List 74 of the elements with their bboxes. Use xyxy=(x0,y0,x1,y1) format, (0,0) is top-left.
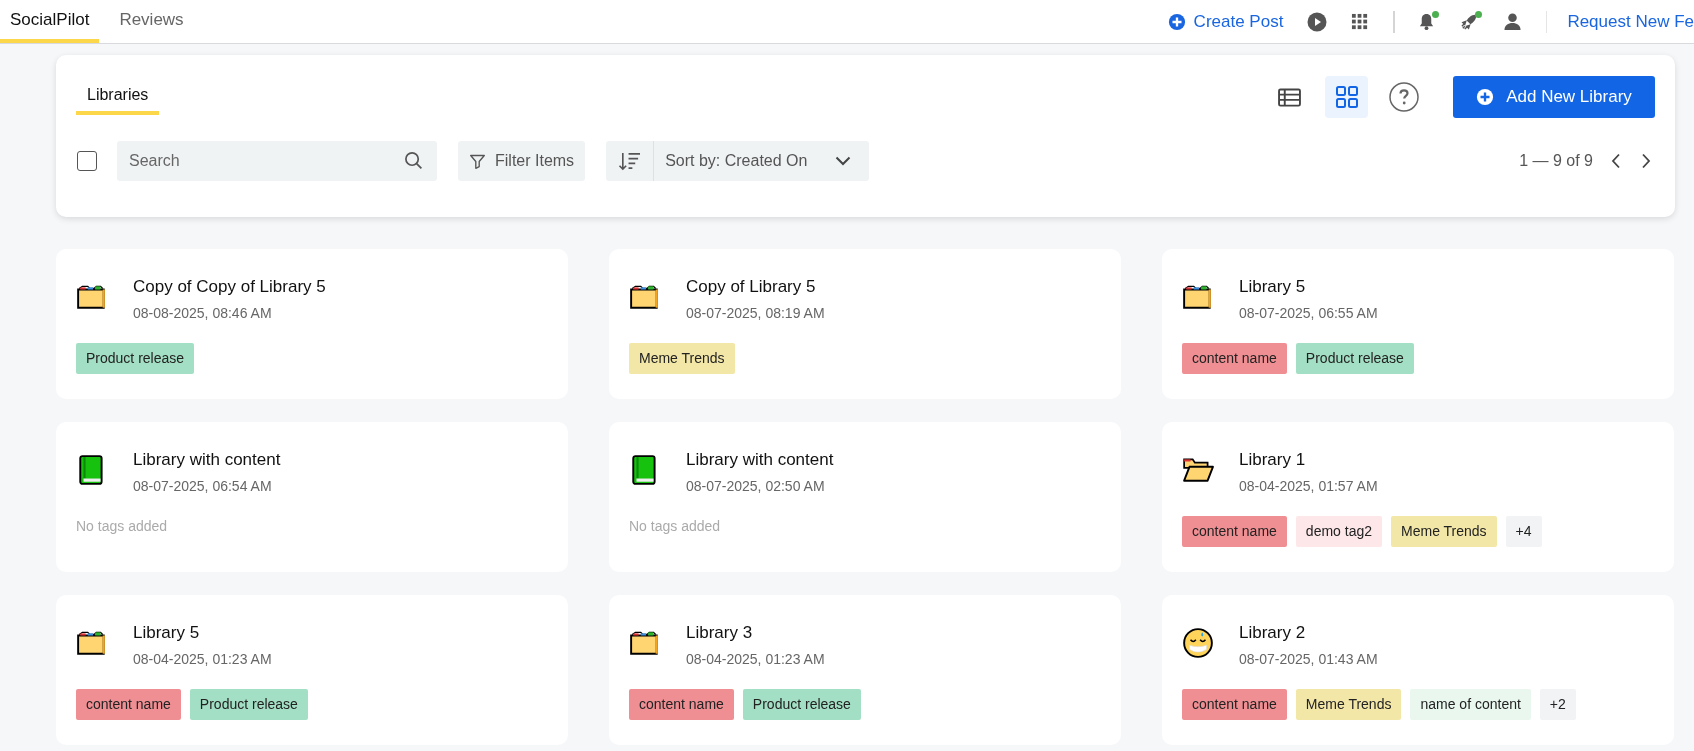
pagination-text: 1 — 9 of 9 xyxy=(1519,152,1593,170)
apps-grid-icon[interactable] xyxy=(1351,12,1370,31)
nav-tab[interactable]: SocialPilot xyxy=(0,0,100,43)
library-date: 08-08-2025, 08:46 AM xyxy=(133,305,273,321)
tag-chip: Product release xyxy=(1295,343,1414,374)
section-tab[interactable]: Libraries xyxy=(76,79,160,115)
tag-chip: demo tag2 xyxy=(1295,516,1382,547)
library-date: 08-07-2025, 02:50 AM xyxy=(686,478,826,494)
library-card[interactable]: Library with content 08-07-2025, 02:50 AM No tags added xyxy=(609,422,1121,572)
masked-face-icon xyxy=(1182,627,1214,659)
library-card[interactable]: Library with content 08-07-2025, 06:54 AM No tags added xyxy=(56,422,568,572)
library-date: 08-04-2025, 01:23 AM xyxy=(686,651,825,667)
library-title: Library with content xyxy=(133,450,281,470)
list-view-icon xyxy=(1278,87,1301,107)
chevron-left-icon xyxy=(1611,153,1621,169)
grid-view-button[interactable] xyxy=(1325,76,1368,118)
library-card[interactable]: Copy of Copy of Library 5 08-08-2025, 08:46 AM Product release xyxy=(56,249,568,399)
library-title: Library with content xyxy=(686,450,834,470)
user-icon[interactable] xyxy=(1503,12,1523,31)
tag-chip: content name xyxy=(1182,689,1287,720)
library-title: Library 5 xyxy=(1239,277,1307,297)
empty-tags-text: No tags added xyxy=(76,518,168,534)
tag-chip: content name xyxy=(1182,516,1287,547)
add-library-button[interactable]: Add New Library xyxy=(1453,76,1655,118)
library-date: 08-07-2025, 08:19 AM xyxy=(686,305,825,321)
create-post-label[interactable]: Create Post xyxy=(1193,11,1284,32)
library-card[interactable]: Library 5 08-07-2025, 06:55 AM content name Product release xyxy=(1162,249,1674,399)
tag-chip: Product release xyxy=(742,689,861,720)
tag-chip: Product release xyxy=(76,343,195,374)
library-date: 08-04-2025, 01:23 AM xyxy=(133,651,272,667)
tag-chip: +4 xyxy=(1505,516,1542,547)
tag-chip: content name xyxy=(76,689,181,720)
tag-chip: +2 xyxy=(1539,689,1576,720)
plus-circle-icon xyxy=(1476,88,1495,106)
help-icon xyxy=(1388,82,1419,112)
library-date: 08-07-2025, 01:43 AM xyxy=(1239,651,1378,667)
sort-dropdown[interactable]: Sort by: Created On xyxy=(654,141,870,181)
tag-chip: name of content xyxy=(1410,689,1531,720)
play-icon[interactable] xyxy=(1307,11,1328,32)
search-field[interactable]: Search xyxy=(117,141,437,181)
library-card[interactable]: Library 1 08-04-2025, 01:57 AM content name demo tag2 Meme Trends +4 xyxy=(1162,422,1674,572)
library-title: Library 5 xyxy=(133,623,201,643)
grid-view-icon xyxy=(1335,86,1358,108)
create-post-link[interactable]: Create Post xyxy=(1167,11,1284,32)
library-date: 08-07-2025, 06:55 AM xyxy=(1239,305,1378,321)
library-card[interactable]: Library 5 08-04-2025, 01:23 AM content name Product release xyxy=(56,595,568,745)
search-icon xyxy=(404,151,423,170)
tag-chip: Meme Trends xyxy=(629,343,735,374)
tag-chip: Meme Trends xyxy=(1295,689,1402,720)
library-title: Library 3 xyxy=(686,623,754,643)
chevron-down-icon xyxy=(835,156,852,166)
tag-chip: Product release xyxy=(189,689,308,720)
library-card[interactable]: Library 2 08-07-2025, 01:43 AM content name Meme Trends name of content +2 xyxy=(1162,595,1674,745)
library-title: Library 1 xyxy=(1239,450,1307,470)
empty-tags-text: No tags added xyxy=(629,518,721,534)
filter-button[interactable]: Filter Items xyxy=(458,141,586,181)
library-card[interactable]: Library 3 08-04-2025, 01:23 AM content name Product release xyxy=(609,595,1121,745)
chevron-right-icon xyxy=(1641,153,1651,169)
library-date: 08-04-2025, 01:57 AM xyxy=(1239,478,1378,494)
library-title: Copy of Copy of Library 5 xyxy=(133,277,326,297)
sort-icon xyxy=(618,150,642,172)
tag-chip: content name xyxy=(1182,343,1287,374)
library-card[interactable]: Copy of Library 5 08-07-2025, 08:19 AM Meme Trends xyxy=(609,249,1121,399)
plus-circle-icon xyxy=(1167,12,1186,31)
tag-chip: Meme Trends xyxy=(1391,516,1497,547)
library-title: Library 2 xyxy=(1239,623,1307,643)
library-title: Copy of Library 5 xyxy=(686,277,817,297)
library-date: 08-07-2025, 06:54 AM xyxy=(133,478,273,494)
nav-tab[interactable]: Reviews xyxy=(109,0,194,43)
tag-chip: content name xyxy=(629,689,734,720)
filter-icon xyxy=(469,152,486,170)
request-feature-link[interactable]: Request New Fe xyxy=(1567,11,1694,32)
select-all-checkbox[interactable] xyxy=(77,151,97,171)
sort-order-button[interactable] xyxy=(606,141,655,181)
